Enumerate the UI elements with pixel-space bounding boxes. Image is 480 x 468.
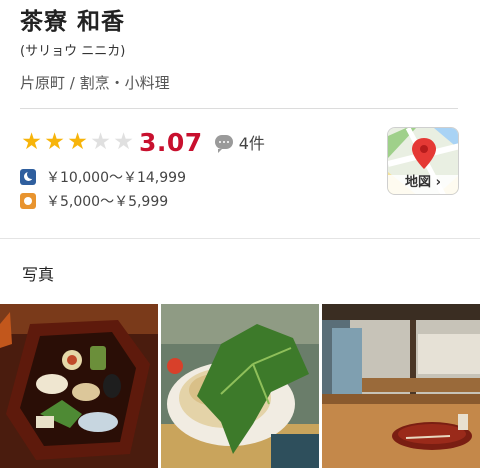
map-label: 地図 › <box>405 175 441 190</box>
rating-stars: ★ ★ ★ ★ ★ <box>20 128 135 156</box>
moon-icon <box>20 169 36 185</box>
photo-interior[interactable] <box>322 304 480 468</box>
dinner-price: ￥10,000～￥14,999 <box>46 170 186 186</box>
restaurant-name: 茶寮 和香 <box>20 9 126 35</box>
rating-score: 3.07 <box>139 127 203 157</box>
review-count-link[interactable]: 4件 <box>214 130 265 154</box>
star-icon: ★ <box>113 129 134 155</box>
map-button[interactable]: 地図 › <box>387 127 459 195</box>
lunch-price-row: ￥5,000～￥5,999 <box>20 191 168 211</box>
photos-section-title: 写真 <box>22 265 55 284</box>
star-icon: ★ <box>21 129 42 155</box>
rating-row: ★ ★ ★ ★ ★ 3.07 4件 <box>20 126 265 158</box>
star-icon: ★ <box>44 129 65 155</box>
area-genre: 片原町 / 割烹・小料理 <box>20 74 170 92</box>
photo-grilled-dish[interactable] <box>161 304 319 468</box>
restaurant-reading: (サリョウ ニニカ) <box>20 44 126 59</box>
sun-icon <box>20 193 36 209</box>
photo-bento[interactable] <box>0 304 158 468</box>
photo-gallery <box>0 304 480 468</box>
comment-icon <box>214 135 233 153</box>
section-divider <box>0 238 480 239</box>
star-icon: ★ <box>90 129 111 155</box>
dinner-price-row: ￥10,000～￥14,999 <box>20 167 186 187</box>
star-icon: ★ <box>67 129 88 155</box>
divider <box>20 108 458 109</box>
lunch-price: ￥5,000～￥5,999 <box>46 194 169 210</box>
review-count: 4件 <box>238 134 265 153</box>
